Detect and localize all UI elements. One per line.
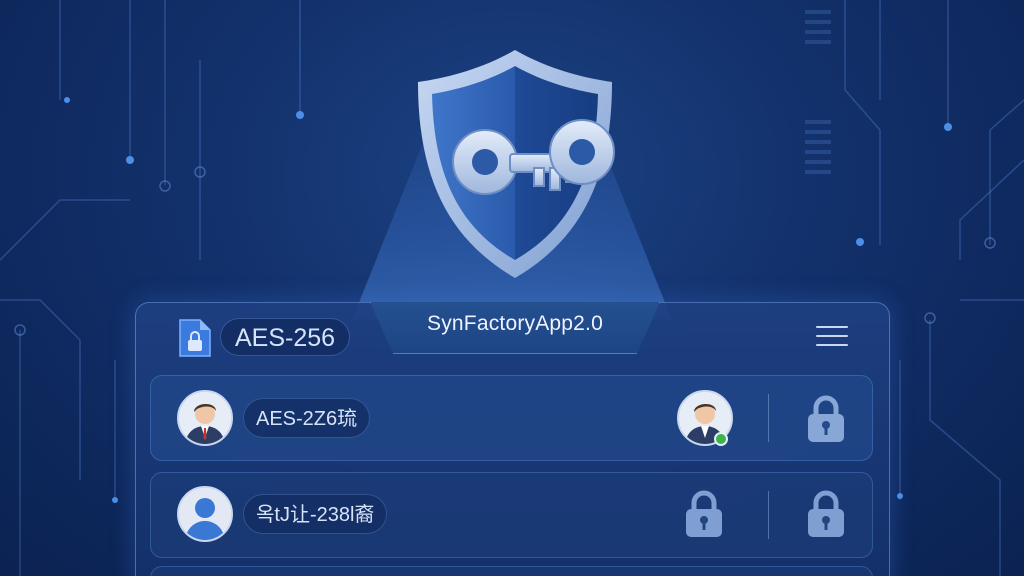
app-title: SynFactoryApp2.0 (427, 312, 603, 335)
divider (768, 491, 769, 539)
lock-file-icon[interactable] (178, 318, 212, 358)
divider (768, 394, 769, 442)
list-item[interactable]: 옥tJ让-238l裔 (150, 472, 873, 558)
encryption-badge: AES-256 (220, 318, 351, 356)
generic-user-icon (177, 486, 233, 542)
row-label: AES-2Z6琉 (243, 398, 371, 438)
lock-icon[interactable] (806, 489, 846, 539)
hamburger-menu-icon[interactable] (816, 326, 848, 348)
lock-icon[interactable] (684, 489, 724, 539)
lock-icon[interactable] (806, 394, 846, 444)
person-avatar-icon (177, 390, 233, 446)
row-label: 옥tJ让-238l裔 (243, 494, 388, 534)
list-item[interactable] (150, 566, 873, 576)
online-status-badge (714, 432, 728, 446)
shield-key-icon (400, 40, 630, 290)
list-item[interactable]: AES-2Z6琉 (150, 375, 873, 461)
